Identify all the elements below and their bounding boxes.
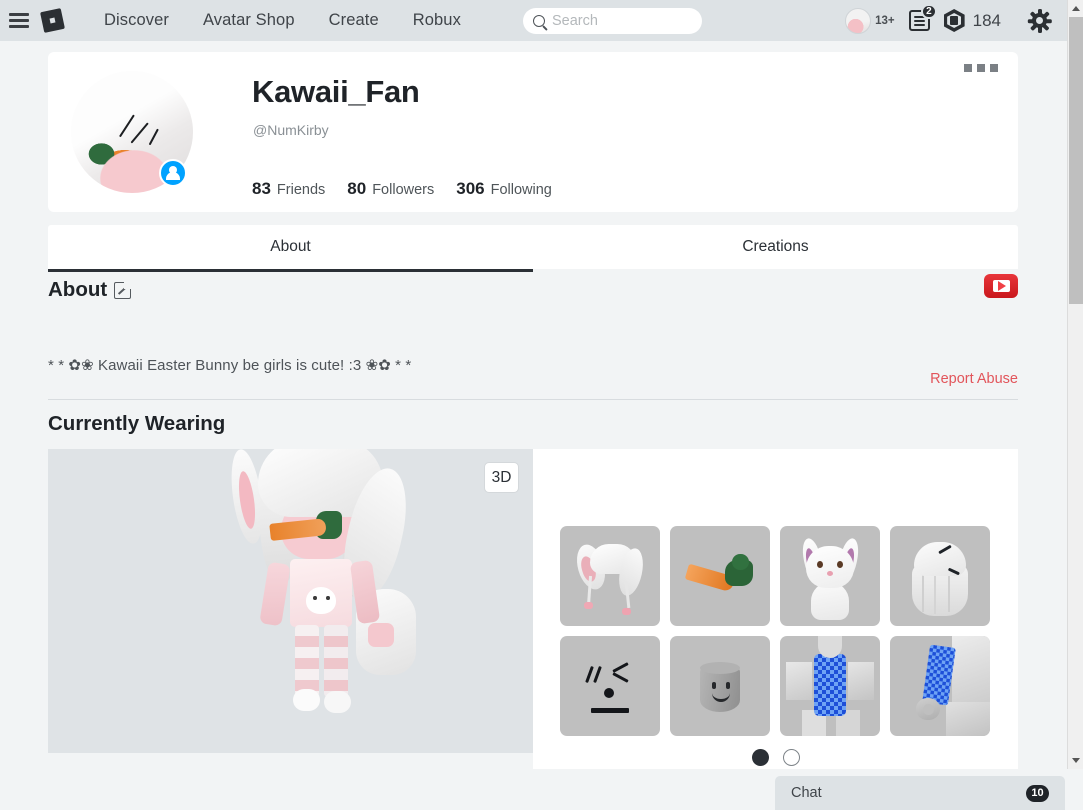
tab-about[interactable]: About xyxy=(48,225,533,272)
top-navigation-bar: Discover Avatar Shop Create Robux 13+ 2 … xyxy=(0,0,1067,41)
search-icon xyxy=(533,15,545,27)
profile-handle: @NumKirby xyxy=(253,122,329,138)
items-pagination xyxy=(752,749,800,766)
face-decal-thumbnail[interactable] xyxy=(560,636,660,736)
scroll-down-arrow-icon[interactable] xyxy=(1068,752,1083,769)
more-options-icon[interactable] xyxy=(964,64,998,72)
gear-icon[interactable] xyxy=(1027,8,1052,33)
currently-wearing-items xyxy=(560,526,990,736)
view-3d-button[interactable]: 3D xyxy=(484,462,519,493)
stat-friends-count: 83 xyxy=(252,179,271,198)
stat-following-label: Following xyxy=(490,182,552,198)
stat-followers[interactable]: 80 Followers xyxy=(347,179,434,199)
report-abuse-link[interactable]: Report Abuse xyxy=(930,371,1018,387)
profile-stats: 83 Friends 80 Followers 306 Following xyxy=(252,179,552,199)
person-badge-icon xyxy=(159,159,187,187)
classic-smile-head-thumbnail[interactable] xyxy=(670,636,770,736)
pagination-dot-2[interactable] xyxy=(783,749,800,766)
stat-followers-count: 80 xyxy=(347,179,367,198)
white-hair-thumbnail[interactable] xyxy=(890,526,990,626)
nav-link-avatar-shop[interactable]: Avatar Shop xyxy=(186,11,312,30)
avatar[interactable] xyxy=(71,71,193,193)
scrollbar-thumb[interactable] xyxy=(1069,17,1083,304)
currently-wearing-heading: Currently Wearing xyxy=(48,412,226,435)
scroll-up-arrow-icon[interactable] xyxy=(1068,0,1083,17)
edit-pencil-icon[interactable] xyxy=(114,278,135,299)
about-section-header: About xyxy=(48,278,135,302)
nav-right-cluster: 13+ 2 184 xyxy=(845,0,1052,41)
chat-label: Chat xyxy=(791,785,822,801)
youtube-icon[interactable] xyxy=(984,274,1018,298)
profile-header-card: Kawaii_Fan @NumKirby 83 Friends 80 Follo… xyxy=(48,52,1018,212)
roblox-logo-icon[interactable] xyxy=(40,8,65,33)
nav-link-robux[interactable]: Robux xyxy=(396,11,478,30)
avatar-render xyxy=(198,449,428,739)
stat-friends[interactable]: 83 Friends xyxy=(252,179,325,199)
chat-unread-badge: 10 xyxy=(1026,784,1049,802)
hamburger-menu-icon[interactable] xyxy=(9,13,29,28)
about-heading: About xyxy=(48,278,108,301)
section-divider xyxy=(48,399,1018,400)
age-rating-badge: 13+ xyxy=(875,14,895,27)
avatar-3d-preview[interactable]: 3D xyxy=(48,449,533,753)
blue-checkered-sleeve-thumbnail[interactable] xyxy=(890,636,990,736)
messages-badge: 2 xyxy=(921,4,937,19)
page-title: Kawaii_Fan xyxy=(252,74,420,109)
page-content: Kawaii_Fan @NumKirby 83 Friends 80 Follo… xyxy=(0,41,1067,810)
messages-button[interactable]: 2 xyxy=(908,4,937,31)
bunny-plush-shoulder-pal-thumbnail[interactable] xyxy=(780,526,880,626)
search-box[interactable] xyxy=(523,8,702,34)
page-scrollbar[interactable] xyxy=(1067,0,1083,769)
robux-amount: 184 xyxy=(972,10,1001,30)
nav-link-discover[interactable]: Discover xyxy=(87,11,186,30)
chat-bar[interactable]: Chat 10 xyxy=(775,776,1065,810)
bunny-ears-hat-thumbnail[interactable] xyxy=(560,526,660,626)
nav-user-avatar[interactable] xyxy=(845,7,872,34)
stat-friends-label: Friends xyxy=(276,182,326,198)
robux-button[interactable]: 184 xyxy=(943,9,1015,32)
stat-following[interactable]: 306 Following xyxy=(456,179,552,199)
about-description: * * ✿❀ Kawaii Easter Bunny be girls is c… xyxy=(48,357,412,374)
blue-checkered-shirt-thumbnail[interactable] xyxy=(780,636,880,736)
stat-followers-label: Followers xyxy=(372,182,435,198)
stat-following-count: 306 xyxy=(456,179,485,198)
carrot-accessory-thumbnail[interactable] xyxy=(670,526,770,626)
profile-tabs: About Creations xyxy=(48,225,1018,272)
search-input[interactable] xyxy=(552,13,692,29)
tab-creations[interactable]: Creations xyxy=(533,225,1018,269)
nav-link-create[interactable]: Create xyxy=(312,11,396,30)
pagination-dot-1[interactable] xyxy=(752,749,769,766)
robux-icon xyxy=(943,9,965,32)
